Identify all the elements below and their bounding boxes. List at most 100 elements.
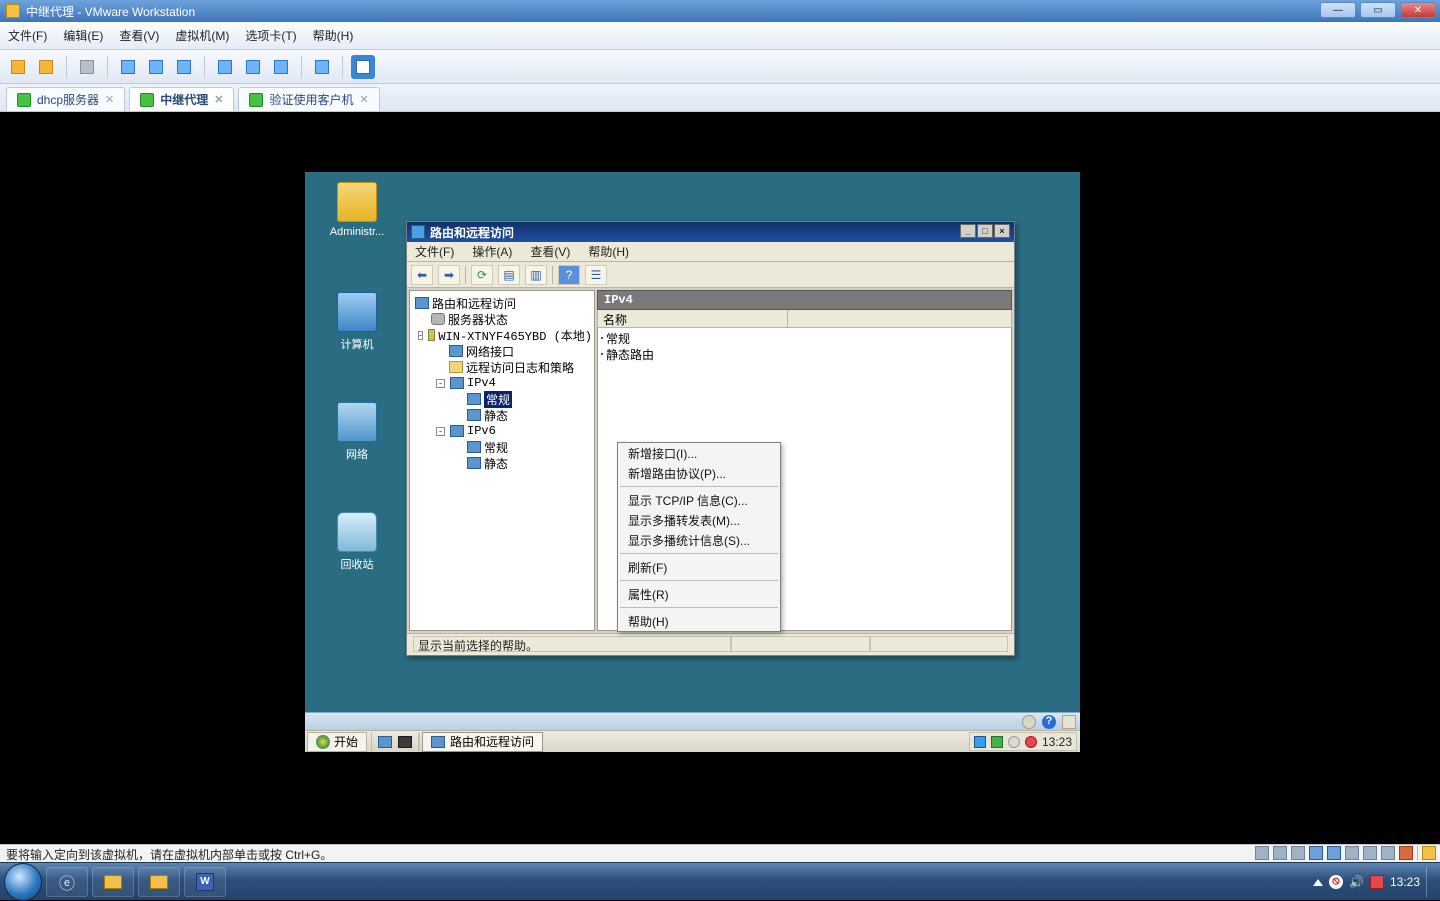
start-button[interactable]: 开始 (307, 732, 367, 752)
tree-node-ipv6-static[interactable]: 静态 (412, 455, 592, 471)
close-button[interactable]: ✕ (1400, 2, 1436, 18)
nav-fwd-icon[interactable]: ➡ (438, 265, 460, 285)
ql-desktop-icon[interactable] (378, 736, 392, 748)
rras-titlebar[interactable]: 路由和远程访问 _ □ × (407, 222, 1014, 242)
menu-vm[interactable]: 虚拟机(M) (175, 27, 229, 44)
nav-back-icon[interactable]: ⬅ (411, 265, 433, 285)
device-net2-icon[interactable] (1327, 846, 1341, 860)
show-desktop-button[interactable] (1426, 867, 1436, 897)
taskbar-folder2[interactable] (138, 867, 180, 897)
ctx-item[interactable]: 显示 TCP/IP 信息(C)... (618, 490, 780, 510)
tb-screen2-icon[interactable] (241, 55, 265, 79)
device-display-icon[interactable] (1399, 846, 1413, 860)
rmenu-file[interactable]: 文件(F) (415, 243, 454, 260)
tab-client[interactable]: 验证使用客户机✕ (238, 87, 379, 111)
tab-dhcp[interactable]: dhcp服务器✕ (6, 87, 125, 111)
device-floppy-icon[interactable] (1273, 846, 1287, 860)
tb-pause-icon[interactable] (34, 55, 58, 79)
desktop-icon-admin[interactable]: Administr... (322, 182, 392, 238)
ctx-item[interactable]: 属性(R) (618, 584, 780, 604)
ctx-item[interactable]: 显示多播统计信息(S)... (618, 530, 780, 550)
collapse-toggle[interactable]: - (436, 379, 445, 388)
tray-speaker-icon[interactable]: 🔊 (1349, 875, 1364, 889)
tray-alert-icon[interactable] (1025, 736, 1037, 748)
desktop-icon-network[interactable]: 网络 (322, 402, 392, 462)
minimize-button[interactable]: — (1320, 2, 1356, 18)
tree-node-ipv6-general[interactable]: 常规 (412, 439, 592, 455)
device-icon[interactable] (1022, 715, 1036, 729)
taskbar-item-rras[interactable]: 路由和远程访问 (422, 732, 543, 752)
ql-explorer-icon[interactable] (398, 736, 412, 748)
input-icon[interactable] (1062, 715, 1076, 729)
tb-snapshot-icon[interactable] (75, 55, 99, 79)
ctx-item[interactable]: 帮助(H) (618, 611, 780, 631)
tray-updates-icon[interactable] (1313, 879, 1323, 886)
desktop-icon-computer[interactable]: 计算机 (322, 292, 392, 352)
tray-volume-icon[interactable] (1008, 736, 1020, 748)
device-sound-icon[interactable] (1381, 846, 1395, 860)
guest-desktop[interactable]: Administr... 计算机 网络 回收站 路由和远程访问 _ □ × (305, 172, 1080, 752)
tb-play-icon[interactable] (6, 55, 30, 79)
tb-unity-icon[interactable] (310, 55, 334, 79)
list-item-general[interactable]: 常规 (598, 330, 1011, 346)
list-header[interactable]: 名称 (597, 310, 1012, 328)
device-cd-icon[interactable] (1291, 846, 1305, 860)
rras-tree[interactable]: 路由和远程访问 服务器状态 -WIN-XTNYF465YBD (本地) 网络接口… (409, 290, 595, 631)
host-clock[interactable]: 13:23 (1390, 875, 1420, 889)
tb-clock-icon[interactable] (116, 55, 140, 79)
tb-snap2-icon[interactable] (144, 55, 168, 79)
help-icon[interactable]: ? (558, 265, 580, 285)
export-icon[interactable]: ▥ (525, 265, 547, 285)
tray-antivirus-icon[interactable] (1370, 875, 1384, 889)
ctx-item[interactable]: 显示多播转发表(M)... (618, 510, 780, 530)
close-button[interactable]: × (994, 224, 1010, 238)
collapse-toggle[interactable]: - (436, 427, 445, 436)
info-icon[interactable]: ☰ (585, 265, 607, 285)
collapse-toggle[interactable]: - (418, 331, 423, 340)
menu-edit[interactable]: 编辑(E) (63, 27, 103, 44)
guest-viewport[interactable]: Administr... 计算机 网络 回收站 路由和远程访问 _ □ × (0, 112, 1440, 830)
col-name[interactable]: 名称 (598, 310, 788, 327)
host-start-button[interactable] (4, 863, 42, 901)
menu-tabs[interactable]: 选项卡(T) (245, 27, 296, 44)
tree-node-ipv4-general[interactable]: 常规 (412, 391, 592, 407)
taskbar-ie[interactable]: ⓔ (46, 867, 88, 897)
guest-clock[interactable]: 13:23 (1042, 735, 1072, 749)
menu-view[interactable]: 查看(V) (119, 27, 159, 44)
list-item-static-route[interactable]: 静态路由 (598, 346, 1011, 362)
taskbar-word[interactable]: W (184, 867, 226, 897)
tray-nonet-icon[interactable]: ⦸ (1329, 875, 1343, 889)
tb-screen1-icon[interactable] (213, 55, 237, 79)
ctx-item[interactable]: 新增路由协议(P)... (618, 463, 780, 483)
device-printer-icon[interactable] (1363, 846, 1377, 860)
tree-node-ipv4-static[interactable]: 静态 (412, 407, 592, 423)
device-net-icon[interactable] (1309, 846, 1323, 860)
device-hdd-icon[interactable] (1255, 846, 1269, 860)
rmenu-help[interactable]: 帮助(H) (588, 243, 629, 260)
desktop-icon-recycle[interactable]: 回收站 (322, 512, 392, 572)
close-icon[interactable]: ✕ (105, 93, 114, 106)
tray-network-icon[interactable] (974, 736, 986, 748)
rmenu-view[interactable]: 查看(V) (530, 243, 570, 260)
tb-multimon-icon[interactable] (269, 55, 293, 79)
maximize-button[interactable]: ▭ (1360, 2, 1396, 18)
maximize-button[interactable]: □ (977, 224, 993, 238)
taskbar-explorer[interactable] (92, 867, 134, 897)
menu-help[interactable]: 帮助(H) (313, 27, 354, 44)
ctx-item[interactable]: 新增接口(I)... (618, 443, 780, 463)
device-usb-icon[interactable] (1345, 846, 1359, 860)
menu-file[interactable]: 文件(F) (8, 27, 47, 44)
close-icon[interactable]: ✕ (360, 93, 369, 106)
ctx-item[interactable]: 刷新(F) (618, 557, 780, 577)
rmenu-action[interactable]: 操作(A) (472, 243, 512, 260)
close-icon[interactable]: ✕ (214, 93, 223, 106)
refresh-icon[interactable]: ⟳ (471, 265, 493, 285)
tray-shield-icon[interactable] (991, 736, 1003, 748)
tb-snap3-icon[interactable] (172, 55, 196, 79)
tab-relay[interactable]: 中继代理✕ (129, 87, 234, 111)
tb-fullscreen-icon[interactable] (351, 55, 375, 79)
help-round-icon[interactable]: ? (1042, 715, 1056, 729)
message-icon[interactable] (1422, 846, 1436, 860)
minimize-button[interactable]: _ (960, 224, 976, 238)
properties-icon[interactable]: ▤ (498, 265, 520, 285)
